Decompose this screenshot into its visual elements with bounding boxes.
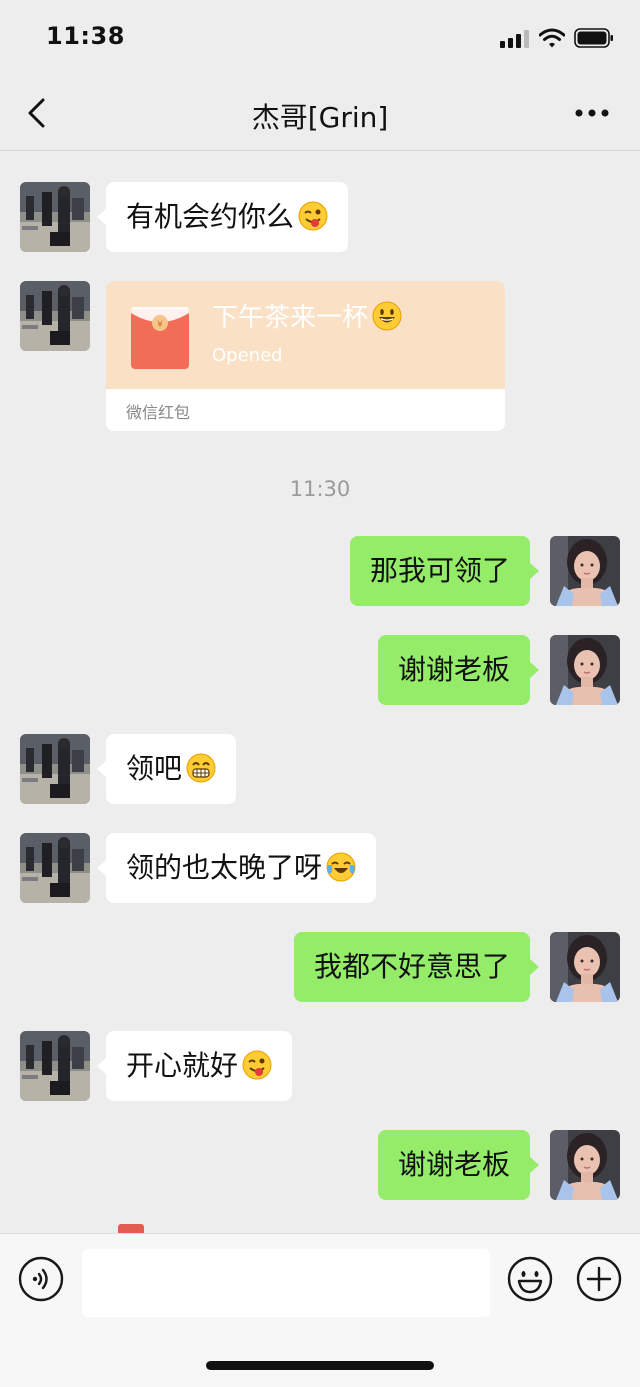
avatar-friend[interactable] <box>20 833 90 903</box>
wifi-icon <box>539 28 565 48</box>
message-input[interactable] <box>82 1249 490 1317</box>
message-text: 我都不好意思了 <box>313 950 510 983</box>
emoji-icon[interactable] <box>507 1256 553 1302</box>
wink-tongue-emoji-icon <box>298 201 328 231</box>
avatar-me[interactable] <box>550 536 620 606</box>
red-packet-status: Opened <box>212 345 283 366</box>
message-bubble-sent[interactable]: 我都不好意思了 <box>293 932 540 1002</box>
message-bubble-received[interactable]: 领吧 <box>96 734 237 804</box>
avatar-friend[interactable] <box>20 182 90 252</box>
message-text: 领吧 <box>126 752 183 785</box>
red-packet-footer: 微信红包 <box>106 389 505 431</box>
timestamp-divider: 11:30 <box>289 477 351 501</box>
chat-area[interactable]: 有机会约你么 ¥ 下午茶来一杯 Opened 微信红包 11:30 那我可领了 <box>0 151 640 1233</box>
avatar-friend[interactable] <box>20 1031 90 1101</box>
home-indicator[interactable] <box>206 1361 434 1370</box>
avatar-me[interactable] <box>550 1130 620 1200</box>
message-text: 有机会约你么 <box>126 200 295 233</box>
message-text: 那我可领了 <box>369 554 510 587</box>
status-bar: 11:38 <box>0 0 640 80</box>
plus-icon[interactable] <box>576 1256 622 1302</box>
avatar-friend[interactable] <box>20 281 90 351</box>
message-text: 谢谢老板 <box>397 1148 510 1181</box>
avatar-friend[interactable] <box>20 734 90 804</box>
message-text: 谢谢老板 <box>397 653 510 686</box>
input-bar <box>0 1233 640 1387</box>
more-icon[interactable] <box>574 108 610 118</box>
voice-icon[interactable] <box>18 1256 64 1302</box>
cellular-signal-icon <box>500 30 532 48</box>
red-envelope-icon: ¥ <box>131 307 189 369</box>
message-bubble-received[interactable]: 有机会约你么 <box>96 182 349 252</box>
svg-text:¥: ¥ <box>157 320 163 330</box>
wink-tongue-emoji-icon <box>242 1050 272 1080</box>
nav-bar: 杰哥[Grin] <box>0 80 640 151</box>
red-packet-greeting: 下午茶来一杯 <box>212 297 402 334</box>
tears-of-joy-emoji-icon <box>326 852 356 882</box>
red-packet-top: ¥ 下午茶来一杯 Opened <box>106 281 505 389</box>
message-bubble-received[interactable]: 开心就好 <box>96 1031 293 1101</box>
status-time: 11:38 <box>46 22 125 50</box>
battery-icon <box>574 28 613 48</box>
avatar-me[interactable] <box>550 635 620 705</box>
avatar-me[interactable] <box>550 932 620 1002</box>
chat-title: 杰哥[Grin] <box>251 101 389 134</box>
message-bubble-sent[interactable]: 谢谢老板 <box>377 635 540 705</box>
message-text: 领的也太晚了呀 <box>126 851 323 884</box>
message-text: 开心就好 <box>126 1049 239 1082</box>
red-packet-card[interactable]: ¥ 下午茶来一杯 Opened 微信红包 <box>106 281 505 431</box>
message-bubble-received[interactable]: 领的也太晚了呀 <box>96 833 377 903</box>
red-packet-label: 微信红包 <box>126 403 191 422</box>
message-bubble-sent[interactable]: 谢谢老板 <box>377 1130 540 1200</box>
teeth-grin-emoji-icon <box>186 753 216 783</box>
message-bubble-sent[interactable]: 那我可领了 <box>349 536 540 606</box>
grin-emoji-icon <box>372 301 402 331</box>
partial-message-peek <box>118 1224 144 1233</box>
